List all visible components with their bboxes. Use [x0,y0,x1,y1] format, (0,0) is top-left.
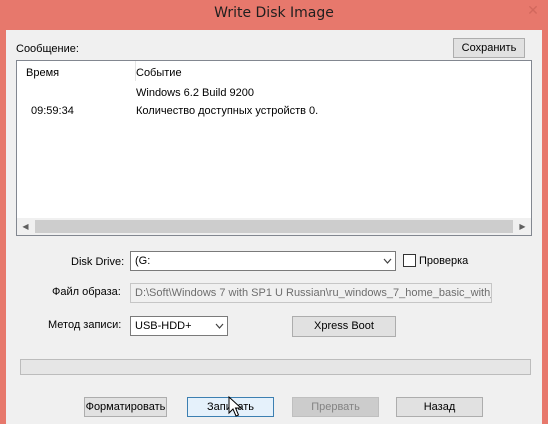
write-method-select[interactable]: USB-HDD+ [130,316,228,336]
scroll-left-icon[interactable]: ◀ [17,218,34,235]
log-row-time: 09:59:34 [31,105,74,117]
scrollbar-thumb[interactable] [35,220,513,233]
abort-button[interactable]: Прервать [292,397,379,417]
mouse-pointer-icon [228,395,243,421]
write-progress-bar [20,359,531,375]
write-method-value: USB-HDD+ [135,320,192,332]
verify-checkbox[interactable] [403,254,416,267]
image-file-path: D:\Soft\Windows 7 with SP1 U Russian\ru_… [135,287,492,299]
scroll-right-icon[interactable]: ▶ [514,218,531,235]
window-title: Write Disk Image [214,5,334,21]
log-row-event: Windows 6.2 Build 9200 [136,87,255,99]
disk-drive-value: (G: [135,255,151,267]
disk-drive-select[interactable]: (G: [130,251,396,271]
dialog-body: Сообщение: Сохранить Время Событие Windo… [6,30,542,424]
chevron-down-icon [382,254,393,271]
disk-drive-label: Disk Drive: [71,256,125,268]
write-method-label: Метод записи: [48,319,122,331]
back-button[interactable]: Назад [396,397,483,417]
verify-label[interactable]: Проверка [419,255,468,267]
save-log-button[interactable]: Сохранить [453,38,525,58]
horizontal-scrollbar[interactable]: ◀ ▶ [17,218,531,235]
xpress-boot-button[interactable]: Xpress Boot [292,316,396,337]
format-button[interactable]: Форматировать [84,397,167,417]
message-log: Время Событие Windows 6.2 Build 9200 09:… [16,60,532,236]
column-header-event[interactable]: Событие [136,67,182,79]
image-file-field[interactable]: D:\Soft\Windows 7 with SP1 U Russian\ru_… [130,283,492,303]
message-label: Сообщение: [16,43,79,55]
chevron-down-icon [214,319,225,336]
column-header-time[interactable]: Время [26,67,59,79]
close-icon[interactable]: ✕ [518,0,548,22]
title-bar: Write Disk Image ✕ [0,0,548,30]
image-file-label: Файл образа: [52,286,121,298]
log-row-event: Количество доступных устройств 0. [136,105,319,117]
